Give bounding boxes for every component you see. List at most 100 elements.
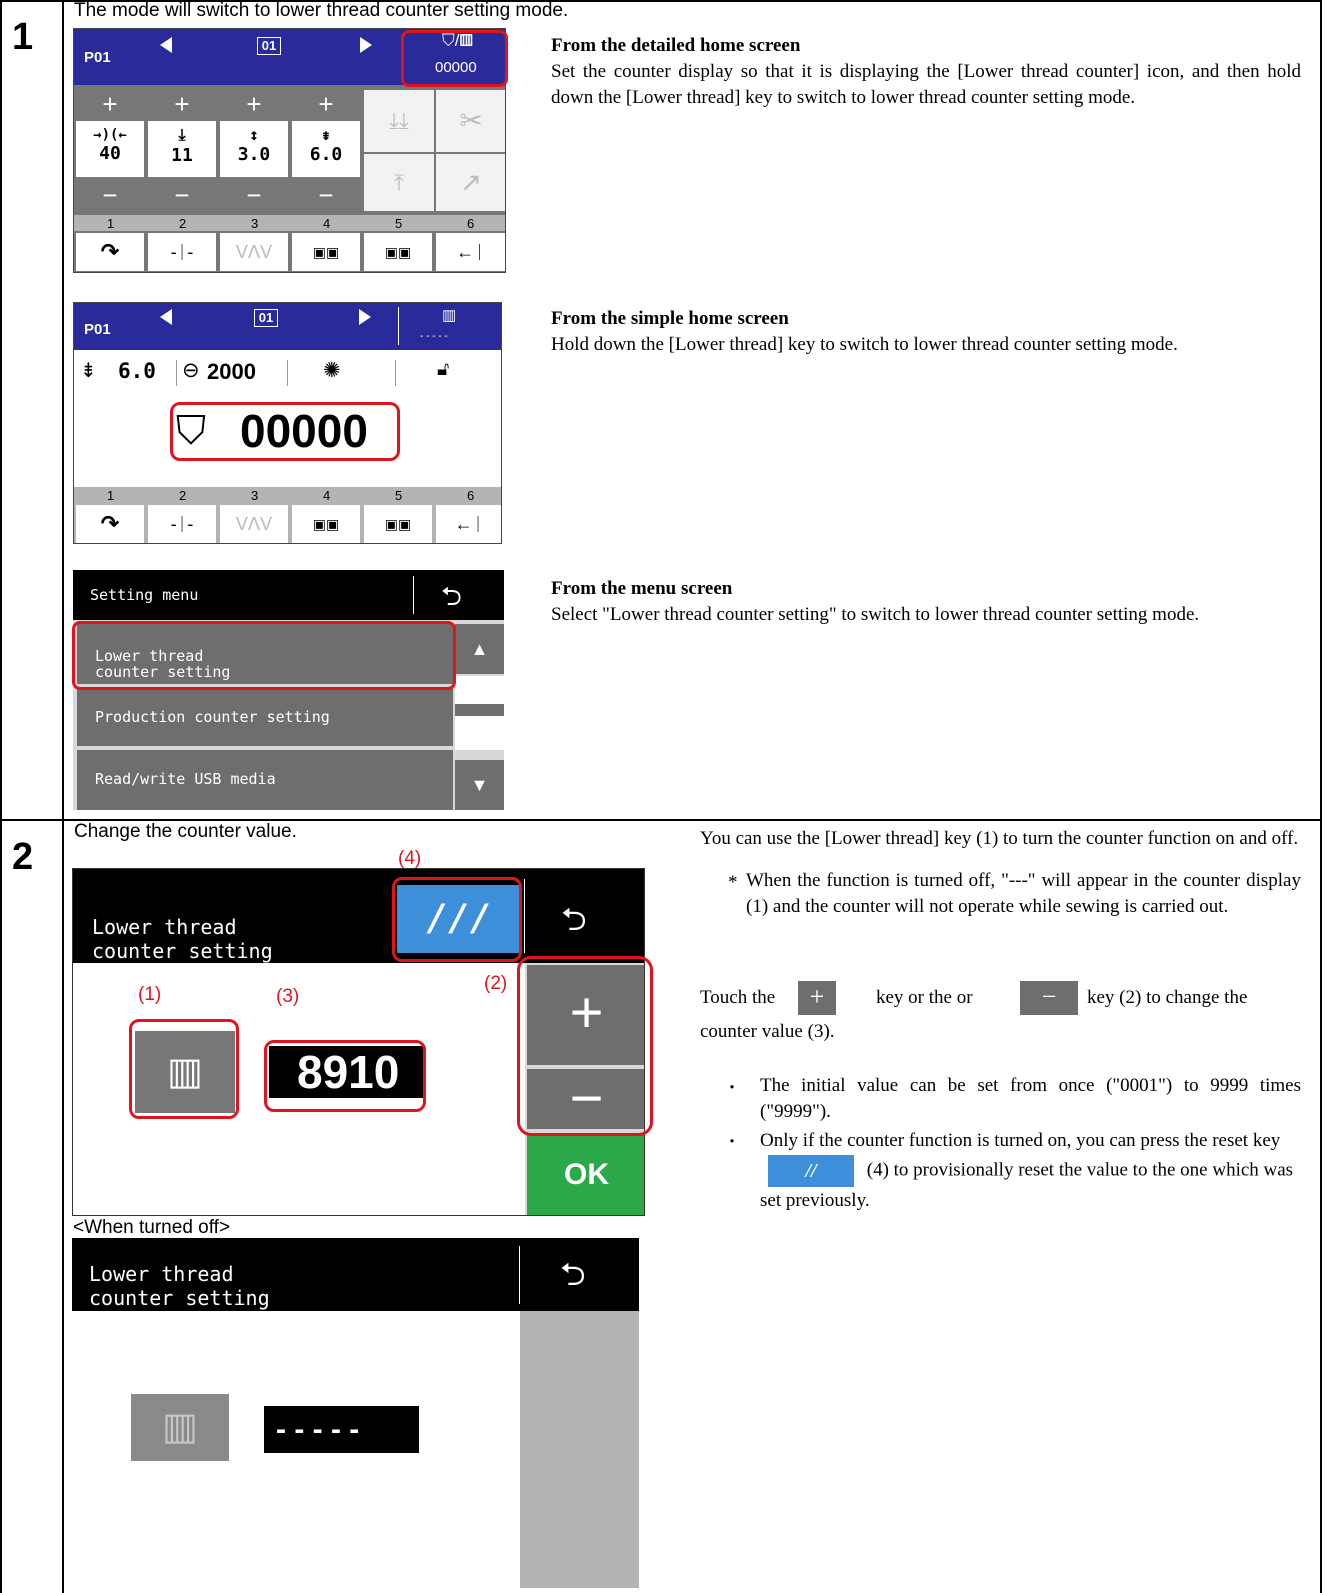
minus-button[interactable]: − <box>220 181 288 209</box>
prev-arrow-icon[interactable] <box>160 37 172 53</box>
back-icon[interactable]: ⮌ <box>561 899 587 939</box>
plus-button[interactable]: + <box>220 90 288 118</box>
setting-menu-screen: Setting menu ⮌ Lower thread counter sett… <box>73 570 504 810</box>
counter-value-display: - - - - - <box>264 1406 419 1453</box>
param-icon: ⇟ <box>321 125 331 144</box>
lower-thread-setting-off-screen: Lower thread counter setting ⮌ ▥ - - - -… <box>72 1238 639 1588</box>
plus-button[interactable]: + <box>76 90 144 118</box>
menu-title: Setting menu <box>90 586 199 604</box>
table-border-right <box>1320 0 1322 1593</box>
key-number: 6 <box>467 488 475 503</box>
highlight-lower-thread-key <box>129 1019 239 1119</box>
speed-value[interactable]: 2000 <box>207 359 256 385</box>
minus-button[interactable]: − <box>76 181 144 209</box>
next-arrow-icon[interactable] <box>359 309 371 325</box>
step1-intro: The mode will switch to lower thread cou… <box>74 0 569 21</box>
width-switch-icon[interactable]: ▣▣ <box>364 505 432 543</box>
detailed-body: Set the counter display so that it is di… <box>551 61 1301 108</box>
step2-intro: Change the counter value. <box>74 821 297 842</box>
param-value: 11 <box>171 145 193 166</box>
key-number: 3 <box>251 216 259 231</box>
plus-button[interactable]: + <box>148 90 216 118</box>
step2-p1: You can use the [Lower thread] key (1) t… <box>700 828 1299 849</box>
next-arrow-icon[interactable] <box>360 37 372 53</box>
highlight-menu-item <box>72 621 456 690</box>
pattern-stitch-icon[interactable]: VᐱV <box>220 233 288 271</box>
program-label: P01 <box>84 49 111 66</box>
lower-thread-key[interactable]: ▥ <box>131 1394 229 1461</box>
light-icon[interactable]: ✺ <box>323 358 341 383</box>
counter-value: - - - - - <box>276 1413 360 1446</box>
highlight-big-counter <box>170 402 400 461</box>
needle-stitch-icon[interactable]: -ᛁ- <box>148 233 216 271</box>
stitch-length-switch-icon[interactable]: ▣▣ <box>292 505 360 543</box>
simple-description: From the simple home screen Hold down th… <box>551 306 1301 358</box>
callout-3: (3) <box>276 986 300 1007</box>
key-number: 3 <box>251 488 259 503</box>
plus-button[interactable]: + <box>292 90 360 118</box>
divider <box>287 360 288 386</box>
key-number: 4 <box>323 216 331 231</box>
thread-trim-icon[interactable]: ⤓⤓ <box>364 90 434 152</box>
stitch-length-switch-icon[interactable]: ▣▣ <box>292 233 360 271</box>
lock-icon[interactable]: 🔓︎ <box>437 359 449 381</box>
needle-stitch-icon[interactable]: -ᛁ- <box>148 505 216 543</box>
param-value: 3.0 <box>237 144 271 165</box>
detailed-heading: From the detailed home screen <box>551 35 801 56</box>
setting-header: Lower thread counter setting /// ⮌ <box>73 869 644 963</box>
key-number-strip: 1 2 3 4 5 6 <box>74 215 505 231</box>
stitch-length-value[interactable]: 6.0 <box>118 359 156 383</box>
menu-description: From the menu screen Select "Lower threa… <box>551 576 1301 628</box>
touch-text-c: key (2) to change the <box>1087 987 1248 1008</box>
minus-button[interactable]: − <box>148 181 216 209</box>
param-cell[interactable]: ⤓ 11 <box>148 121 216 177</box>
stitch-length-icon: ⇟ <box>80 360 97 382</box>
back-icon[interactable]: ⮌ <box>441 578 462 622</box>
setting-header: Lower thread counter setting ⮌ <box>72 1238 639 1311</box>
highlight-counter-value <box>264 1040 426 1112</box>
curve-arrow-icon[interactable]: ↗ <box>436 154 505 211</box>
key-number-strip: 1 2 3 4 5 6 <box>74 487 501 503</box>
bobbin-icon[interactable]: ⤒ <box>364 154 434 211</box>
header-divider <box>398 307 399 345</box>
scroll-down-button[interactable]: ▼ <box>455 760 504 810</box>
param-cell[interactable]: ↕ 3.0 <box>220 121 288 177</box>
menu-header: Setting menu ⮌ <box>73 570 504 620</box>
divider <box>176 360 177 386</box>
bobbin-counter-icon[interactable]: ▥ <box>442 306 456 324</box>
scissors-icon[interactable]: ✂ <box>436 90 505 152</box>
scrollbar-thumb[interactable] <box>455 704 504 716</box>
menu-item-production[interactable]: Production counter setting <box>77 688 453 746</box>
needle-position-icon[interactable]: ←ᛁ <box>436 233 505 271</box>
bullet-mark: ・ <box>724 1134 741 1151</box>
minus-button[interactable]: − <box>292 181 360 209</box>
step-number-1: 1 <box>12 16 34 58</box>
reverse-stitch-icon[interactable]: ↷ <box>76 505 144 543</box>
touch-text-d: counter value (3). <box>700 1021 835 1042</box>
key-number: 5 <box>395 488 403 503</box>
back-icon[interactable]: ⮌ <box>560 1254 586 1294</box>
screen-title-line1: Lower thread <box>89 1262 234 1286</box>
note-star: * <box>728 872 738 893</box>
touch-line: Touch the + key or the or − key (2) to c… <box>700 981 1301 1015</box>
bullet-2: Only if the counter function is turned o… <box>760 1127 1301 1215</box>
bullet-2-text-a: Only if the counter function is turned o… <box>760 1130 1281 1151</box>
counter-dashes: - - - - - <box>420 331 448 342</box>
right-panel-disabled <box>520 1311 639 1588</box>
reverse-stitch-icon[interactable]: ↷ <box>76 233 144 271</box>
param-value: 40 <box>99 143 121 164</box>
key-number: 5 <box>395 216 403 231</box>
menu-item-usb[interactable]: Read/write USB media <box>77 750 453 810</box>
scroll-up-button[interactable]: ▲ <box>455 624 504 674</box>
key-number: 2 <box>179 488 187 503</box>
touch-text-b: key or the or <box>876 987 973 1008</box>
param-cell[interactable]: →)(← 40 <box>76 121 144 177</box>
needle-position-icon[interactable]: ←ᛁ <box>436 505 501 543</box>
minus-key-sample: − <box>1020 981 1078 1015</box>
width-switch-icon[interactable]: ▣▣ <box>364 233 432 271</box>
highlight-counter <box>401 30 508 87</box>
prev-arrow-icon[interactable] <box>160 309 172 325</box>
param-cell[interactable]: ⇟ 6.0 <box>292 121 360 177</box>
pattern-stitch-icon[interactable]: VᐱV <box>220 505 288 543</box>
ok-button[interactable]: OK <box>527 1133 644 1215</box>
